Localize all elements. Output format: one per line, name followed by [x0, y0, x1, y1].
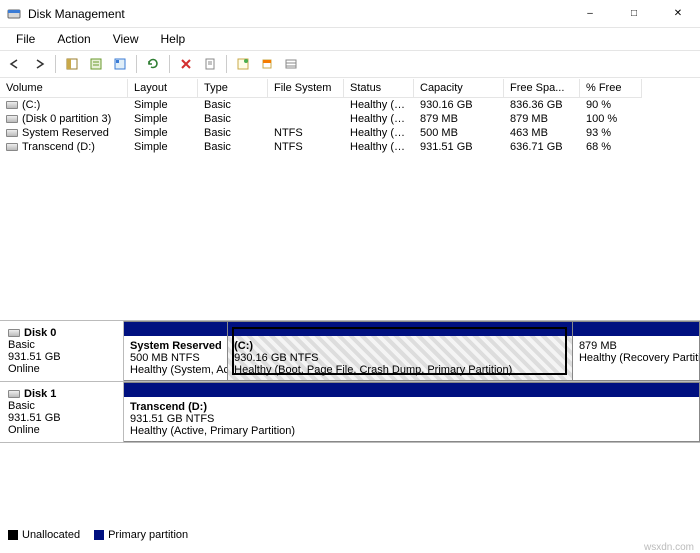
- partition-stripe: [573, 322, 699, 336]
- refresh-button[interactable]: [142, 53, 164, 75]
- table-row[interactable]: (C:)SimpleBasicHealthy (B...930.16 GB836…: [0, 98, 700, 112]
- partition[interactable]: 879 MBHealthy (Recovery Partition: [572, 322, 699, 380]
- table-row[interactable]: Transcend (D:)SimpleBasicNTFSHealthy (A.…: [0, 140, 700, 154]
- menu-bar: File Action View Help: [0, 28, 700, 50]
- partition[interactable]: (C:)930.16 GB NTFSHealthy (Boot, Page Fi…: [227, 322, 572, 380]
- drive-icon: [6, 129, 18, 137]
- col-volume[interactable]: Volume: [0, 79, 128, 98]
- show-hide-button[interactable]: [61, 53, 83, 75]
- col-pctfree[interactable]: % Free: [580, 79, 642, 98]
- menu-help[interactable]: Help: [151, 30, 196, 48]
- drive-icon: [6, 115, 18, 123]
- col-status[interactable]: Status: [344, 79, 414, 98]
- drive-icon: [6, 143, 18, 151]
- console-tree-button[interactable]: [109, 53, 131, 75]
- help-button[interactable]: [232, 53, 254, 75]
- legend-primary: Primary partition: [94, 529, 188, 541]
- partition-stripe: [228, 322, 572, 336]
- disk-row: Disk 1Basic931.51 GBOnlineTranscend (D:)…: [0, 382, 700, 443]
- watermark: wsxdn.com: [644, 542, 694, 553]
- col-type[interactable]: Type: [198, 79, 268, 98]
- col-freespace[interactable]: Free Spa...: [504, 79, 580, 98]
- table-row[interactable]: (Disk 0 partition 3)SimpleBasicHealthy (…: [0, 112, 700, 126]
- partition[interactable]: Transcend (D:)931.51 GB NTFSHealthy (Act…: [124, 383, 699, 441]
- col-layout[interactable]: Layout: [128, 79, 198, 98]
- close-button[interactable]: ✕: [656, 0, 700, 28]
- back-button[interactable]: [4, 53, 26, 75]
- action-button[interactable]: [256, 53, 278, 75]
- disk-icon: [8, 390, 20, 398]
- maximize-button[interactable]: □: [612, 0, 656, 28]
- menu-file[interactable]: File: [6, 30, 45, 48]
- col-capacity[interactable]: Capacity: [414, 79, 504, 98]
- disk-graphical-view: Disk 0Basic931.51 GBOnlineSystem Reserve…: [0, 320, 700, 529]
- col-filesystem[interactable]: File System: [268, 79, 344, 98]
- delete-button[interactable]: [175, 53, 197, 75]
- disk-row: Disk 0Basic931.51 GBOnlineSystem Reserve…: [0, 321, 700, 382]
- volume-list[interactable]: Volume Layout Type File System Status Ca…: [0, 78, 700, 154]
- partition-stripe: [124, 322, 227, 336]
- properties-button[interactable]: [199, 53, 221, 75]
- partition-stripe: [124, 383, 699, 397]
- forward-button[interactable]: [28, 53, 50, 75]
- settings-button[interactable]: [85, 53, 107, 75]
- legend: Unallocated Primary partition: [0, 527, 700, 543]
- legend-unallocated: Unallocated: [8, 529, 80, 541]
- app-icon: [6, 6, 22, 22]
- toolbar: [0, 50, 700, 78]
- partition[interactable]: System Reserved500 MB NTFSHealthy (Syste…: [124, 322, 227, 380]
- title-bar: Disk Management – □ ✕: [0, 0, 700, 28]
- list-button[interactable]: [280, 53, 302, 75]
- menu-view[interactable]: View: [103, 30, 149, 48]
- window-title: Disk Management: [28, 7, 568, 21]
- disk-icon: [8, 329, 20, 337]
- minimize-button[interactable]: –: [568, 0, 612, 28]
- table-row[interactable]: System ReservedSimpleBasicNTFSHealthy (S…: [0, 126, 700, 140]
- drive-icon: [6, 101, 18, 109]
- menu-action[interactable]: Action: [47, 30, 100, 48]
- volume-list-header: Volume Layout Type File System Status Ca…: [0, 79, 700, 98]
